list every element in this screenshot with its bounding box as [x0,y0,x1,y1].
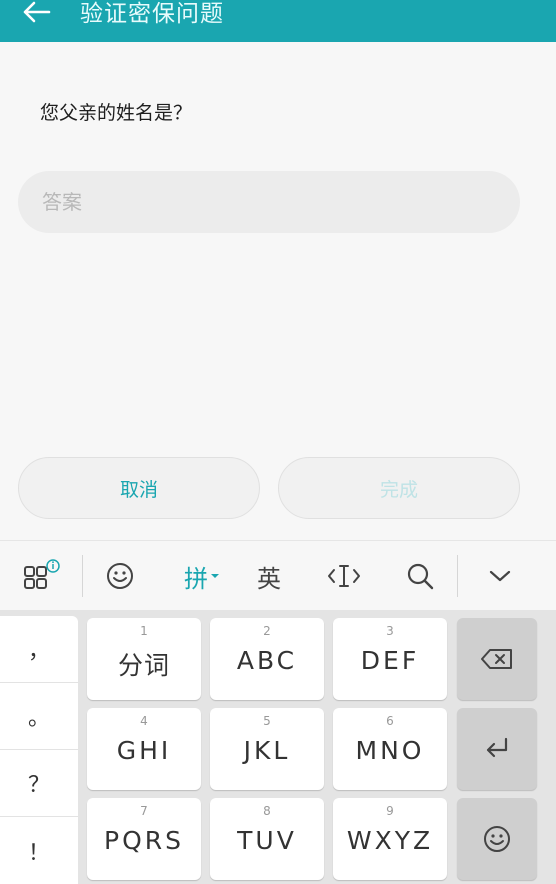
english-label: 英 [257,564,281,593]
answer-input[interactable] [18,171,520,233]
key-number: 1 [140,624,148,638]
pinyin-mode-button[interactable]: 拼 [174,541,230,611]
symbol-comma-key[interactable]: ， [0,616,78,683]
key-1[interactable]: 1 分词 [87,618,201,700]
dropdown-caret-icon [211,574,219,578]
cursor-move-icon [328,565,360,587]
security-question: 您父亲的姓名是？ [40,102,193,124]
key-number: 2 [263,624,271,638]
grid-menu-icon [24,559,60,589]
arrow-left-icon [23,1,51,23]
key-3[interactable]: 3 DEF [333,618,447,700]
pinyin-label: 拼 [184,564,208,593]
emoji-icon [484,826,510,852]
key-label: PQRS [104,826,184,855]
keyboard: ， 。 ？ ！ 1 分词 2 ABC 3 DEF 4 GHI 5 JKL 6 M… [0,610,556,884]
ime-emoji-button[interactable] [94,541,146,611]
hide-keyboard-button[interactable] [474,541,526,611]
done-button[interactable]: 完成 [278,457,520,519]
key-7[interactable]: 7 PQRS [87,798,201,880]
english-mode-button[interactable]: 英 [244,541,294,611]
chevron-down-icon [489,570,511,582]
symbol-exclaim-key[interactable]: ！ [0,817,78,884]
key-4[interactable]: 4 GHI [87,708,201,790]
key-6[interactable]: 6 MNO [333,708,447,790]
backspace-icon [481,649,512,669]
back-button[interactable] [18,0,54,32]
symbol-column: ， 。 ？ ！ [0,616,78,884]
enter-icon [486,737,508,758]
key-number: 4 [140,714,148,728]
page-title: 验证密保问题 [80,1,224,27]
key-label: DEF [360,646,420,675]
backspace-key[interactable] [457,618,537,700]
key-2[interactable]: 2 ABC [210,618,324,700]
key-number: 9 [386,804,394,818]
key-number: 5 [263,714,271,728]
key-label: WXYZ [346,826,434,855]
key-label: GHI [116,736,172,765]
toolbar-divider [457,555,458,597]
symbol-period-key[interactable]: 。 [0,683,78,750]
key-number: 8 [263,804,271,818]
key-number: 3 [386,624,394,638]
enter-key[interactable] [457,708,537,790]
toolbar-divider [82,555,83,597]
key-label: TUV [237,826,297,855]
key-8[interactable]: 8 TUV [210,798,324,880]
key-label: JKL [243,736,291,765]
search-icon [407,563,434,590]
cursor-control-button[interactable] [318,541,370,611]
symbol-question-key[interactable]: ？ [0,750,78,817]
emoji-key[interactable] [457,798,537,880]
ime-toolbar: 拼 英 [0,540,556,610]
emoji-icon [107,563,133,589]
ime-menu-button[interactable] [14,541,68,611]
key-number: 7 [140,804,148,818]
ime-search-button[interactable] [394,541,446,611]
cancel-button[interactable]: 取消 [18,457,260,519]
key-label: 分词 [117,651,170,680]
title-bar: 验证密保问题 [0,0,556,42]
key-label: ABC [236,646,298,675]
key-number: 6 [386,714,394,728]
key-label: MNO [355,736,425,765]
key-9[interactable]: 9 WXYZ [333,798,447,880]
key-5[interactable]: 5 JKL [210,708,324,790]
